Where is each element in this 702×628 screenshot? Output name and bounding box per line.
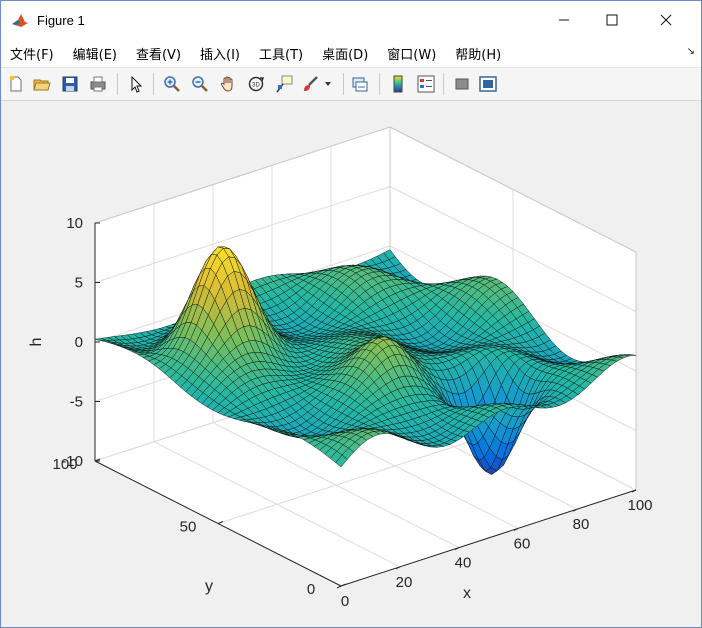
menu-file[interactable]: 文件(F) (1, 44, 64, 63)
svg-text:3D: 3D (252, 83, 260, 89)
menu-tools[interactable]: 工具(T) (250, 44, 313, 63)
zoom-out-button[interactable] (189, 73, 211, 95)
matlab-logo-icon (11, 11, 29, 29)
window-title: Figure 1 (37, 12, 85, 28)
x-tick-label: 20 (396, 574, 413, 591)
toolbar-separator (343, 73, 344, 95)
colorbar-icon (393, 75, 403, 93)
x-tick-label: 60 (514, 535, 531, 552)
toolbar-separator (443, 73, 444, 95)
toolbar-separator (379, 73, 380, 95)
x-tick-label: 0 (341, 593, 349, 610)
colorbar-button[interactable] (387, 73, 409, 95)
brush-dropdown-button[interactable] (321, 73, 335, 95)
menu-insert[interactable]: 插入(I) (191, 44, 250, 63)
pan-button[interactable] (217, 73, 239, 95)
rotate-3d-icon: 3D (248, 76, 265, 92)
legend-icon (417, 75, 435, 93)
x-axis-label: x (463, 585, 471, 602)
chevron-down-icon (325, 82, 331, 86)
title-bar[interactable]: Figure 1 (1, 1, 701, 39)
toolbar-separator (117, 73, 118, 95)
link-plot-icon (352, 77, 368, 92)
x-tick-label: 40 (455, 555, 472, 572)
hide-plot-tools-icon (455, 78, 469, 90)
y-tick-label: 0 (307, 581, 315, 598)
y-axis-label: y (205, 578, 213, 595)
z-tick-label: 10 (66, 215, 83, 232)
print-icon (90, 76, 106, 92)
maximize-icon (606, 14, 618, 26)
zoom-in-icon (164, 76, 180, 92)
menu-overflow-icon[interactable]: ↘ (687, 46, 695, 57)
legend-button[interactable] (415, 73, 437, 95)
y-tick-label: 50 (180, 519, 197, 536)
open-file-button[interactable] (31, 73, 53, 95)
close-button[interactable] (643, 1, 689, 39)
zoom-out-icon (192, 76, 208, 92)
open-file-icon (33, 79, 51, 91)
x-tick-label: 80 (573, 516, 590, 533)
menu-help[interactable]: 帮助(H) (446, 44, 511, 63)
z-axis-label: h (28, 338, 45, 347)
menu-desktop[interactable]: 桌面(D) (313, 44, 378, 63)
new-figure-button[interactable] (5, 73, 27, 95)
link-plot-button[interactable] (349, 73, 371, 95)
brush-button[interactable] (299, 73, 321, 95)
show-plot-tools-icon (479, 76, 497, 92)
data-cursor-icon (276, 75, 293, 93)
save-icon (62, 76, 78, 92)
brush-icon (304, 76, 318, 91)
data-cursor-button[interactable] (273, 73, 295, 95)
z-tick-label: -5 (70, 394, 83, 411)
minimize-button[interactable] (541, 1, 587, 39)
menu-bar: 文件(F) 编辑(E) 查看(V) 插入(I) 工具(T) 桌面(D) 窗口(W… (1, 39, 701, 68)
minimize-icon (559, 19, 569, 21)
menu-view[interactable]: 查看(V) (127, 44, 191, 63)
toolbar-separator (153, 73, 154, 95)
figure-canvas: 0 20 40 60 80 100 0 50 100 10 5 0 -5 -10 x y h (1, 101, 701, 627)
menu-edit[interactable]: 编辑(E) (64, 44, 127, 63)
print-button[interactable] (87, 73, 109, 95)
maximize-button[interactable] (589, 1, 635, 39)
edit-plot-button[interactable] (125, 73, 147, 95)
edit-plot-icon (131, 75, 143, 93)
pan-hand-icon (220, 76, 233, 92)
menu-window[interactable]: 窗口(W) (378, 44, 446, 63)
toolbar: 3D (1, 68, 701, 101)
close-icon (660, 14, 672, 26)
z-tick-label: 0 (75, 334, 83, 351)
z-tick-label: -10 (61, 453, 83, 470)
save-button[interactable] (59, 73, 81, 95)
surface-plot[interactable]: 0204060801000501001050-5-10 x y h (1, 101, 701, 627)
new-figure-icon (9, 75, 22, 92)
hide-plot-tools-button[interactable] (451, 73, 473, 95)
rotate-3d-button[interactable]: 3D (245, 73, 267, 95)
zoom-in-button[interactable] (161, 73, 183, 95)
show-plot-tools-button[interactable] (477, 73, 499, 95)
x-tick-label: 100 (627, 497, 652, 514)
figure-window: Figure 1 文件(F) 编辑(E) 查看(V) 插入(I) 工具(T) 桌… (0, 0, 702, 628)
x-tick (336, 585, 342, 589)
z-tick-label: 5 (75, 275, 83, 292)
